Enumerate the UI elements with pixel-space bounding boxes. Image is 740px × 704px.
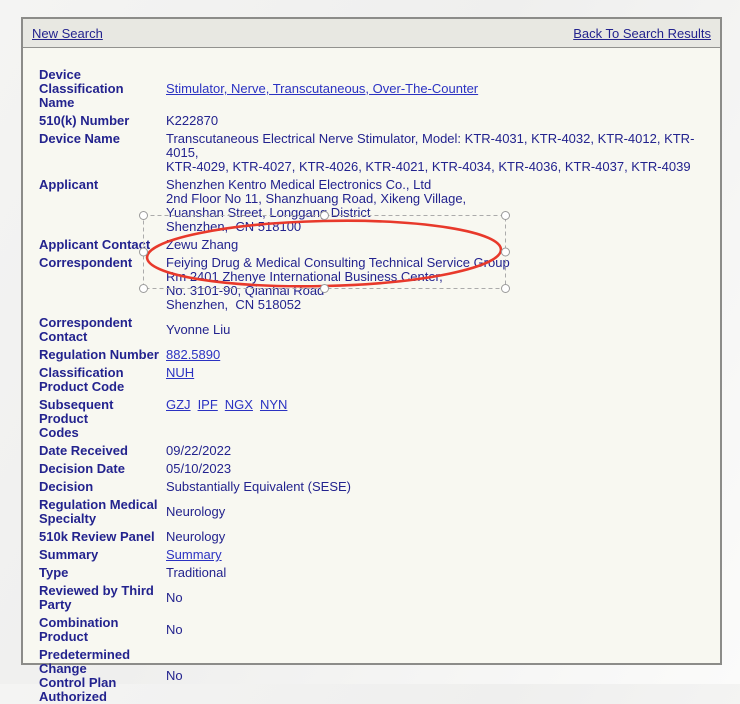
field-value: No — [166, 591, 708, 605]
row-applicant: Applicant Shenzhen Kentro Medical Electr… — [39, 178, 708, 234]
back-to-search-results-link[interactable]: Back To Search Results — [573, 26, 711, 41]
field-value: Substantially Equivalent (SESE) — [166, 480, 708, 494]
subsequent-code-nyn-link[interactable]: NYN — [260, 397, 287, 412]
row-regulation-number: Regulation Number 882.5890 — [39, 348, 708, 362]
field-value: Stimulator, Nerve, Transcutaneous, Over-… — [166, 82, 708, 96]
field-value: No — [166, 623, 708, 637]
row-correspondent-contact: Correspondent Contact Yvonne Liu — [39, 316, 708, 344]
row-classification-product-code: Classification Product Code NUH — [39, 366, 708, 394]
field-label: Subsequent Product Codes — [39, 398, 166, 440]
field-label: Applicant — [39, 178, 166, 192]
field-label: Device Classification Name — [39, 68, 166, 110]
field-value: No — [166, 669, 708, 683]
field-label: Decision Date — [39, 462, 166, 476]
field-value: GZJ IPF NGX NYN — [166, 398, 708, 412]
nav-bar: New Search Back To Search Results — [23, 19, 720, 48]
row-type: Type Traditional — [39, 566, 708, 580]
field-label: Regulation Number — [39, 348, 166, 362]
field-value: K222870 — [166, 114, 708, 128]
row-decision-date: Decision Date 05/10/2023 — [39, 462, 708, 476]
field-label: Correspondent — [39, 256, 166, 270]
field-label: Device Name — [39, 132, 166, 146]
new-search-link[interactable]: New Search — [32, 26, 103, 41]
field-value: Transcutaneous Electrical Nerve Stimulat… — [166, 132, 708, 174]
regulation-number-link[interactable]: 882.5890 — [166, 347, 220, 362]
row-applicant-contact: Applicant Contact Zewu Zhang — [39, 238, 708, 252]
field-value: 05/10/2023 — [166, 462, 708, 476]
row-device-name: Device Name Transcutaneous Electrical Ne… — [39, 132, 708, 174]
row-510k-review-panel: 510k Review Panel Neurology — [39, 530, 708, 544]
device-classification-link[interactable]: Stimulator, Nerve, Transcutaneous, Over-… — [166, 81, 478, 96]
field-label: Correspondent Contact — [39, 316, 166, 344]
field-label: Combination Product — [39, 616, 166, 644]
field-value: 09/22/2022 — [166, 444, 708, 458]
field-value: Feiying Drug & Medical Consulting Techni… — [166, 256, 708, 312]
field-label: Type — [39, 566, 166, 580]
summary-link[interactable]: Summary — [166, 547, 222, 562]
field-value: NUH — [166, 366, 708, 380]
field-label: Summary — [39, 548, 166, 562]
field-label: Date Received — [39, 444, 166, 458]
field-label: Decision — [39, 480, 166, 494]
field-value: Traditional — [166, 566, 708, 580]
field-value: Neurology — [166, 530, 708, 544]
field-label: Predetermined Change Control Plan Author… — [39, 648, 166, 704]
row-predetermined-change-control-plan: Predetermined Change Control Plan Author… — [39, 648, 708, 704]
field-value: Summary — [166, 548, 708, 562]
subsequent-code-ipf-link[interactable]: IPF — [198, 397, 218, 412]
field-value: Neurology — [166, 505, 708, 519]
product-code-nuh-link[interactable]: NUH — [166, 365, 194, 380]
row-subsequent-product-codes: Subsequent Product Codes GZJ IPF NGX NYN — [39, 398, 708, 440]
field-label: Regulation Medical Specialty — [39, 498, 166, 526]
field-value: Yvonne Liu — [166, 323, 708, 337]
row-combination-product: Combination Product No — [39, 616, 708, 644]
field-label: Applicant Contact — [39, 238, 166, 252]
row-decision: Decision Substantially Equivalent (SESE) — [39, 480, 708, 494]
row-device-classification-name: Device Classification Name Stimulator, N… — [39, 68, 708, 110]
field-value: Zewu Zhang — [166, 238, 708, 252]
row-date-received: Date Received 09/22/2022 — [39, 444, 708, 458]
field-label: 510k Review Panel — [39, 530, 166, 544]
subsequent-code-gzj-link[interactable]: GZJ — [166, 397, 191, 412]
row-reviewed-by-third-party: Reviewed by Third Party No — [39, 584, 708, 612]
field-label: Classification Product Code — [39, 366, 166, 394]
page: New Search Back To Search Results Device… — [0, 0, 740, 684]
row-510k-number: 510(k) Number K222870 — [39, 114, 708, 128]
subsequent-code-ngx-link[interactable]: NGX — [225, 397, 253, 412]
field-label: 510(k) Number — [39, 114, 166, 128]
record-detail-table: Device Classification Name Stimulator, N… — [23, 48, 720, 704]
field-label: Reviewed by Third Party — [39, 584, 166, 612]
record-panel: New Search Back To Search Results Device… — [21, 17, 722, 665]
row-correspondent: Correspondent Feiying Drug & Medical Con… — [39, 256, 708, 312]
field-value: 882.5890 — [166, 348, 708, 362]
row-summary: Summary Summary — [39, 548, 708, 562]
field-value: Shenzhen Kentro Medical Electronics Co.,… — [166, 178, 708, 234]
row-regulation-medical-specialty: Regulation Medical Specialty Neurology — [39, 498, 708, 526]
